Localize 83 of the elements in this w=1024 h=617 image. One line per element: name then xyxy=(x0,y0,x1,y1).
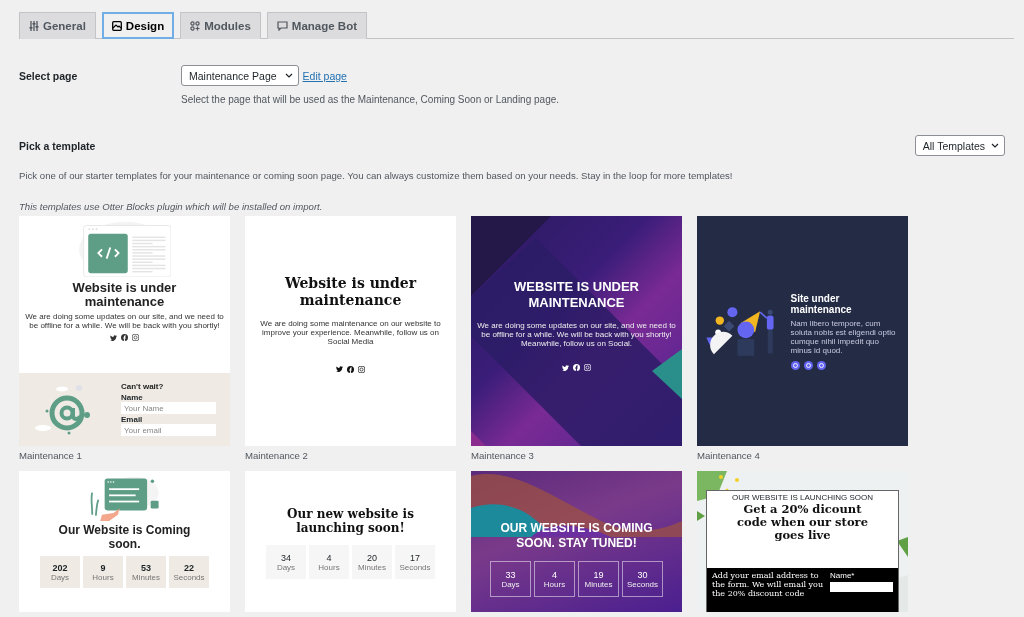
countdown-unit: Hours xyxy=(543,579,566,589)
countdown-value: 33 xyxy=(505,569,516,580)
template-name: Maintenance 1 xyxy=(19,449,83,463)
template-title: Site under maintenance xyxy=(790,292,853,315)
bird-icon[interactable] xyxy=(336,366,343,372)
bird-icon[interactable] xyxy=(562,364,569,371)
template-body-text: We are doing some updates on our site, and we need to be offline for a while. We will be back with you shortly! xyxy=(24,312,225,330)
facebook-circle-icon[interactable] xyxy=(573,364,580,371)
input-field[interactable]: Your email xyxy=(121,424,216,436)
social-icon[interactable] xyxy=(132,334,139,341)
template-preview[interactable]: WEBSITE IS UNDER MAINTENANCE We are doing some updates on our site, and we need to be offline for a while. We will be back with you shortly! Meanwhile, follow us on Social. xyxy=(471,216,682,446)
input-field[interactable] xyxy=(830,582,893,592)
template-title: Website is under maintenance xyxy=(71,281,178,309)
template-preview[interactable]: Our new website is launching soon! 34 Days 4 Hours 20 Minutes 17 Seconds xyxy=(245,471,456,612)
template-name: Maintenance 4 xyxy=(697,449,761,463)
tab[interactable]: Design xyxy=(101,12,175,39)
countdown-value: 20 xyxy=(367,552,377,563)
countdown-value: 19 xyxy=(593,569,604,580)
section-description: Pick one of our starter templates for your maintenance or coming soon page. You can always customize them based on your needs. Stay in the loop for more templates! xyxy=(19,170,734,181)
countdown-value: 30 xyxy=(637,569,648,580)
input-field[interactable]: Your Name xyxy=(121,402,216,414)
template-name: Maintenance 2 xyxy=(245,449,309,463)
edit-page-link[interactable]: Edit page xyxy=(302,69,347,82)
tab[interactable]: General xyxy=(19,12,96,39)
grid-icon xyxy=(190,21,201,31)
template-body-text: We are doing some updates on our site, and we need to be offline for a while. We will be back with you shortly! Meanwhile, follow us on Social. xyxy=(476,321,677,348)
template-body-text: Nam libero tempore, cum soluta nobis est eligendi optio cumque nihil impedit quo minus id quod. xyxy=(790,318,897,355)
template-preview[interactable]: Our Website is Coming soon. 202 Days 9 Hours 53 Minutes 22 Seconds xyxy=(19,471,230,612)
template-title: Our Website is Coming soon. xyxy=(57,523,192,551)
template-preview[interactable]: OUR WEBSITE IS COMING SOON. STAY TUNED! 33 Days 4 Hours 19 Minutes 30 Seconds xyxy=(471,471,682,612)
facebook-circle-icon[interactable] xyxy=(347,365,354,373)
tab[interactable]: Modules xyxy=(180,12,261,39)
countdown-unit: Minutes xyxy=(132,572,160,582)
sliders-icon xyxy=(29,21,39,31)
template-title: WEBSITE IS UNDER MAINTENANCE xyxy=(513,279,640,311)
field-label: Name* xyxy=(830,571,856,580)
field-label: Select page xyxy=(19,69,79,84)
chevron-down-icon xyxy=(991,143,999,148)
template-filter-select[interactable]: All Templates xyxy=(914,135,1005,156)
plugin-note: This templates use Otter Blocks plugin which will be installed on import. xyxy=(19,201,324,212)
template-preview[interactable]: Site under maintenance Nam libero tempore, cum soluta nobis est eligendi optio cumque nihil impedit quo minus id quod. xyxy=(697,216,908,446)
countdown-unit: Hours xyxy=(318,562,340,572)
template-title: Our new website is launching soon! xyxy=(286,507,415,535)
template-preview[interactable]: Website is under maintenance We are doing some updates on our site, and we need to be offline for a while. We will be back with you shortly! Can't wait? Name Your Name Email Your email xyxy=(19,216,230,446)
countdown-value: 22 xyxy=(184,562,194,573)
countdown-value: 202 xyxy=(52,562,68,573)
template-title: Get a 20% dicount code when our store goes live xyxy=(736,503,869,542)
countdown-unit: Minutes xyxy=(358,562,386,572)
countdown-value: 4 xyxy=(552,569,557,580)
countdown-unit: Seconds xyxy=(173,572,205,582)
tab[interactable]: Manage Bot xyxy=(266,12,367,39)
template-body-text: We are doing some maintenance on our website to improve your experience. Meanwhile, follow us on Social Media xyxy=(259,318,442,346)
kicker-text: OUR WEBSITE IS LAUNCHING SOON xyxy=(732,493,873,502)
bird-icon[interactable] xyxy=(110,334,117,341)
template-preview[interactable]: Website is under maintenance We are doing some maintenance on our website to improve your experience. Meanwhile, follow us on Social Media xyxy=(245,216,456,446)
countdown-unit: Seconds xyxy=(626,579,659,589)
social-icon[interactable] xyxy=(358,365,365,373)
countdown-unit: Days xyxy=(501,579,520,589)
countdown-unit: Minutes xyxy=(584,579,613,589)
countdown-value: 9 xyxy=(100,562,106,573)
field-label: Email xyxy=(121,415,144,424)
template-preview[interactable]: OUR WEBSITE IS LAUNCHING SOON Get a 20% dicount code when our store goes live Add your email address to the form. We will email you the 20% discount code Name* xyxy=(697,471,908,612)
countdown-unit: Days xyxy=(50,572,70,582)
countdown-unit: Days xyxy=(276,562,296,572)
facebook-circle-icon[interactable] xyxy=(121,334,128,341)
countdown-value: 4 xyxy=(326,552,332,563)
countdown-value: 17 xyxy=(410,552,420,563)
countdown-value: 34 xyxy=(281,552,291,563)
template-title: Website is under maintenance xyxy=(283,274,418,309)
image-icon xyxy=(111,20,122,31)
page-select[interactable]: Maintenance Page xyxy=(181,65,299,86)
chevron-down-icon xyxy=(284,73,293,78)
chat-icon xyxy=(276,21,288,31)
help-text: Select the page that will be used as the Maintenance, Coming Soon or Landing page. xyxy=(181,94,560,105)
template-title: OUR WEBSITE IS COMING SOON. STAY TUNED! xyxy=(499,521,654,551)
template-body-text: Add your email address to the form. We will email you the 20% discount code xyxy=(712,571,824,600)
template-name: Maintenance 3 xyxy=(471,449,535,463)
form-heading: Can't wait? xyxy=(121,382,165,391)
field-label: Name xyxy=(121,393,144,402)
section-title: Pick a template xyxy=(19,139,97,152)
countdown-unit: Seconds xyxy=(399,562,431,572)
countdown-unit: Hours xyxy=(92,572,114,582)
countdown-value: 53 xyxy=(141,562,151,573)
